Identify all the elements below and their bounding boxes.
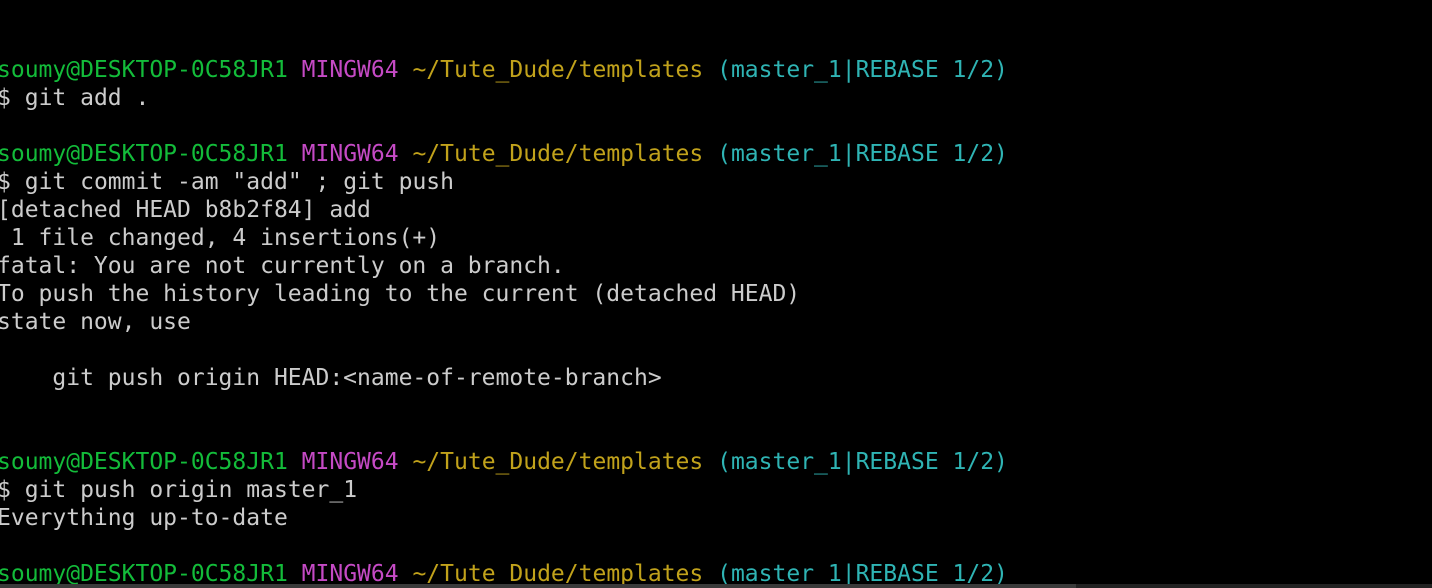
prompt-line: soumy@DESKTOP-0C58JR1 MINGW64 ~/Tute_Dud… <box>0 140 1432 168</box>
prompt-branch: (master_1|REBASE 1/2) <box>717 57 1008 83</box>
output-line: Everything up-to-date <box>0 505 288 531</box>
terminal-output: soumy@DESKTOP-0C58JR1 MINGW64 ~/Tute_Dud… <box>0 56 1432 588</box>
command-line: $ git push origin master_1 <box>0 476 1432 504</box>
prompt-symbol: $ <box>0 477 11 503</box>
command-line: $ git commit -am "add" ; git push <box>0 168 1432 196</box>
prompt-mingw: MINGW64 <box>301 57 399 83</box>
prompt-branch: (master_1|REBASE 1/2) <box>717 449 1008 475</box>
output-line: state now, use <box>0 309 191 335</box>
output-line: To push the history leading to the curre… <box>0 281 801 307</box>
prompt-symbol: $ <box>0 169 11 195</box>
output-line: fatal: You are not currently on a branch… <box>0 253 565 279</box>
prompt-mingw: MINGW64 <box>301 141 399 167</box>
prompt-user: soumy@DESKTOP-0C58JR1 <box>0 449 288 475</box>
prompt-user: soumy@DESKTOP-0C58JR1 <box>0 141 288 167</box>
prompt-path: ~/Tute_Dude/templates <box>412 57 704 83</box>
prompt-symbol: $ <box>0 85 11 111</box>
output-line: git push origin HEAD:<name-of-remote-bra… <box>0 365 662 391</box>
terminal-window[interactable]: soumy@DESKTOP-0C58JR1 MINGW64 ~/Tute_Dud… <box>0 0 1432 588</box>
horizontal-scrollbar-gap <box>1076 584 1432 588</box>
prompt-path: ~/Tute_Dude/templates <box>412 141 704 167</box>
prompt-path: ~/Tute_Dude/templates <box>412 449 704 475</box>
output-line: [detached HEAD b8b2f84] add <box>0 197 371 223</box>
command-line: $ git add . <box>0 84 1432 112</box>
prompt-user: soumy@DESKTOP-0C58JR1 <box>0 57 288 83</box>
command-text: git commit -am "add" ; git push <box>24 169 454 195</box>
output-line: 1 file changed, 4 insertions(+) <box>0 225 441 251</box>
prompt-line: soumy@DESKTOP-0C58JR1 MINGW64 ~/Tute_Dud… <box>0 56 1432 84</box>
command-text: git push origin master_1 <box>24 477 358 503</box>
prompt-line: soumy@DESKTOP-0C58JR1 MINGW64 ~/Tute_Dud… <box>0 448 1432 476</box>
command-text: git add . <box>24 85 150 111</box>
prompt-mingw: MINGW64 <box>301 449 399 475</box>
prompt-branch: (master_1|REBASE 1/2) <box>717 141 1008 167</box>
